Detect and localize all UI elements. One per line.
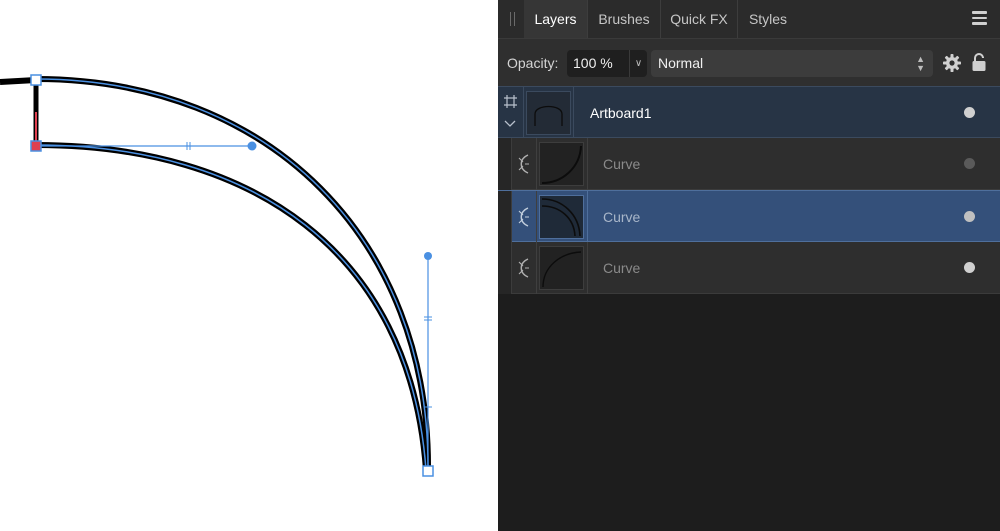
opacity-dropdown-button[interactable]: ∨ [629,50,647,77]
inner-curve-outline [35,144,427,471]
layer-thumbnail [539,142,584,186]
visibility-toggle[interactable] [964,262,975,273]
tab-quick-fx[interactable]: Quick FX [661,0,737,38]
layer-row-curve[interactable]: Curve [498,190,1000,243]
opacity-label: Opacity: [507,55,559,71]
layer-row-curve[interactable]: Curve [498,242,1000,294]
blend-mode-select[interactable]: Normal ▲ ▼ [651,50,933,77]
lock-icon[interactable] [971,52,987,72]
curve-icon [518,154,529,174]
document-canvas[interactable] [0,0,498,531]
control-handle-knob[interactable] [247,141,257,151]
panel-menu-icon[interactable] [972,11,987,25]
node-top-left[interactable] [30,74,42,86]
curve-icon [518,258,529,278]
layer-row-curve[interactable]: Curve [498,138,1000,190]
curve-artwork[interactable] [0,0,498,531]
visibility-toggle[interactable] [964,107,975,118]
layer-name: Curve [603,260,641,276]
gear-icon[interactable] [943,54,961,72]
layers-panel: Layers Brushes Quick FX Styles Opacity: … [498,0,1000,531]
visibility-toggle[interactable] [964,158,975,169]
layer-type-cell [512,242,537,294]
artboard-frame-icon [504,95,517,108]
node-bottom[interactable] [422,465,434,477]
layer-type-cell [512,191,537,243]
panel-tab-bar: Layers Brushes Quick FX Styles [498,0,1000,38]
layer-type-cell [498,87,524,139]
tab-brushes[interactable]: Brushes [588,0,660,38]
blend-mode-value: Normal [658,55,704,71]
visibility-toggle[interactable] [964,211,975,222]
chevron-down-icon: ∨ [634,58,643,69]
outer-curve[interactable] [35,76,432,472]
panel-grip-icon[interactable] [508,12,517,26]
node-selected[interactable] [30,140,42,152]
outer-curve-outline [35,78,429,472]
inner-curve[interactable] [35,142,429,471]
opacity-input[interactable]: 100 % [567,50,629,77]
layer-options-bar: Opacity: 100 % ∨ Normal ▲ ▼ [498,38,1000,87]
layer-thumbnail [526,91,571,135]
expand-chevron-icon[interactable] [504,120,516,128]
vertical-handle-knob[interactable] [424,252,432,260]
layer-row-artboard[interactable]: Artboard1 [498,86,1000,139]
layer-name: Artboard1 [590,105,652,121]
tab-layers[interactable]: Layers [524,0,587,38]
tab-styles[interactable]: Styles [738,0,798,38]
layer-name: Curve [603,156,641,172]
layer-name: Curve [603,209,641,225]
layer-thumbnail [539,246,584,290]
layer-type-cell [512,138,537,190]
layer-thumbnail [539,195,584,239]
updown-chevron-icon: ▲ ▼ [916,54,925,73]
curve-icon [518,207,529,227]
